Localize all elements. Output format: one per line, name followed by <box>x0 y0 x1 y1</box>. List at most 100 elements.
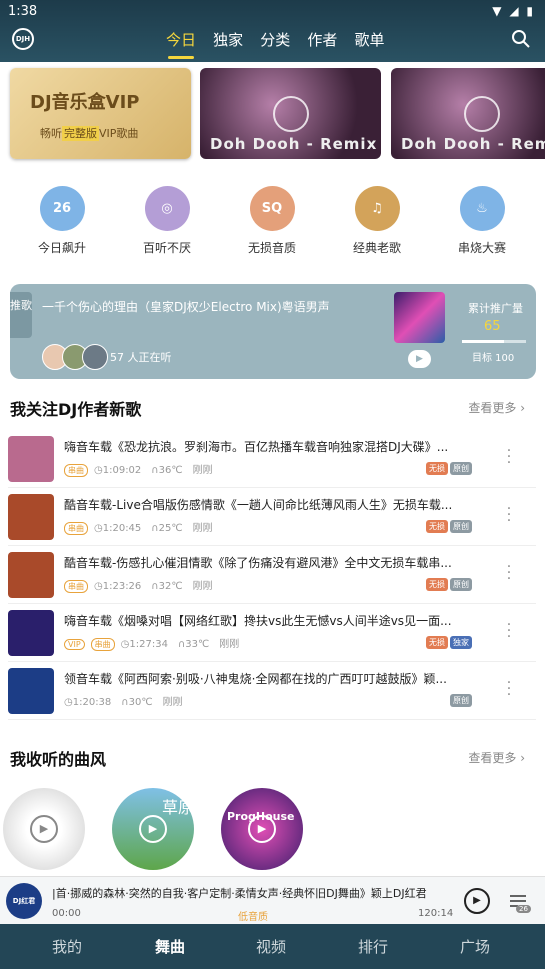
category-classic[interactable]: ♫ 经典老歌 <box>337 186 417 256</box>
song-row[interactable]: 酷音车载-伤感扎心催泪情歌《除了伤痛没有避风港》全中文无损车载串... 串曲 ◷1:… <box>8 546 536 604</box>
search-icon[interactable] <box>511 29 531 49</box>
more-icon[interactable]: · · · <box>506 560 512 586</box>
status-icons: ▼ ◢ ▮ <box>492 4 535 18</box>
song-tags: 原创 <box>448 694 472 707</box>
song-tags: 无损 原创 <box>424 520 472 533</box>
app-header: 1:38 ▼ ◢ ▮ DJH 今日 独家 分类 作者 歌单 <box>0 0 545 62</box>
song-duration: 1:23:26 <box>102 581 142 592</box>
push-tag: 推歌 <box>10 292 32 338</box>
song-tag: 原创 <box>450 520 472 533</box>
song-row[interactable]: 酷音车载-Live合唱版伤感情歌《一趟人间命比纸薄风雨人生》无损车载... 串曲 ◷… <box>8 488 536 546</box>
song-tag: 无损 <box>426 462 448 475</box>
song-heat: 33℃ <box>185 639 210 650</box>
mix-banner-caption: Doh Dooh - Remix <box>210 135 378 153</box>
section-title-followed: 我关注DJ作者新歌 <box>10 400 142 419</box>
song-duration: 1:20:38 <box>72 697 112 708</box>
song-title: 酷音车载-伤感扎心催泪情歌《除了伤痛没有避风港》全中文无损车载串... <box>64 556 452 570</box>
listener-avatars <box>42 344 108 370</box>
clock-icon: ◷ <box>94 465 103 476</box>
push-song-title: 一千个伤心的理由（皇家DJ权少Electro Mix)粤语男声 <box>42 300 330 314</box>
song-tag: 无损 <box>426 578 448 591</box>
section-title-styles: 我收听的曲风 <box>10 750 107 769</box>
clock-icon: ◷ <box>94 581 103 592</box>
vip-subtitle: 畅听 完整版 VIP歌曲 <box>40 126 139 141</box>
song-tag: 原创 <box>450 462 472 475</box>
song-cover <box>8 436 54 482</box>
mix-banner-caption: Doh Dooh - Rem <box>401 135 545 153</box>
more-icon[interactable]: · · · <box>506 502 512 528</box>
song-badge: 串曲 <box>64 522 88 535</box>
song-meta: 串曲 ◷1:09:02 ∩36℃ 刚刚 <box>64 461 213 477</box>
tab-category[interactable]: 分类 <box>260 29 290 50</box>
nav-dance[interactable]: 舞曲 <box>155 936 185 957</box>
style-list: ▶ ▶ 草原 ▶ ProgHouse <box>0 788 545 872</box>
song-meta: 串曲 ◷1:23:26 ∩32℃ 刚刚 <box>64 577 213 593</box>
mini-player[interactable]: DJ红君 |首·挪威的森林·突然的自我·客户定制·柔情女声·经典怀旧DJ舞曲》颖… <box>0 876 545 924</box>
promo-value: 65 <box>484 319 501 334</box>
player-quality[interactable]: 低音质 <box>238 908 268 923</box>
song-row[interactable]: 嗨音车载《恐龙抗浪。罗刹海市。百亿热播车载音响独家混搭DJ大碟》... 串曲 ◷1:… <box>8 430 536 488</box>
song-badge: 串曲 <box>64 464 88 477</box>
category-shortcuts: 26 今日飙升 ◎ 百听不厌 SQ 无损音质 ♫ 经典老歌 ♨ 串烧大赛 <box>0 186 545 256</box>
category-evergreen[interactable]: ◎ 百听不厌 <box>127 186 207 256</box>
tab-author[interactable]: 作者 <box>307 29 337 50</box>
more-icon[interactable]: · · · <box>506 618 512 644</box>
play-pause-button[interactable]: ▶ <box>464 888 490 914</box>
see-more-styles[interactable]: 查看更多 › <box>468 749 525 766</box>
headphones-icon: ∩ <box>151 465 159 476</box>
nav-video[interactable]: 视频 <box>256 936 286 957</box>
song-cover <box>8 494 54 540</box>
nav-rank[interactable]: 排行 <box>358 936 388 957</box>
app-logo-icon[interactable]: DJH <box>12 28 34 50</box>
banner-carousel: DJ音乐盒VIP 畅听 完整版 VIP歌曲 Doh Dooh - Remix Doh… <box>10 68 545 160</box>
category-medley[interactable]: ♨ 串烧大赛 <box>442 186 522 256</box>
song-meta: VIP 串曲 ◷1:27:34 ∩33℃ 刚刚 <box>64 635 239 651</box>
style-item[interactable]: ▶ <box>3 788 85 870</box>
headphones-icon: ∩ <box>151 523 159 534</box>
category-lossless[interactable]: SQ 无损音质 <box>232 186 312 256</box>
headphones-icon: SQ <box>249 186 295 231</box>
queue-count: 26 <box>516 905 531 913</box>
play-icon: ▶ <box>30 815 58 843</box>
promoted-song-card[interactable]: 推歌 一千个伤心的理由（皇家DJ权少Electro Mix)粤语男声 57 人正… <box>10 284 536 379</box>
song-tag: 无损 <box>426 520 448 533</box>
song-meta: 串曲 ◷1:20:45 ∩25℃ 刚刚 <box>64 519 213 535</box>
vip-banner[interactable]: DJ音乐盒VIP 畅听 完整版 VIP歌曲 <box>10 68 191 159</box>
avatar <box>82 344 108 370</box>
promo-progress <box>462 340 526 343</box>
song-heat: 32℃ <box>158 581 183 592</box>
song-title: 嗨音车载《烟嗓对唱【网络红歌】搀扶vs此生无憾vs人间半途vs见一面... <box>64 614 452 628</box>
style-item[interactable]: ▶ 草原 <box>112 788 194 870</box>
vip-title: DJ音乐盒VIP <box>30 92 140 113</box>
player-elapsed: 00:00 <box>52 908 81 919</box>
category-today-rising[interactable]: 26 今日飙升 <box>22 186 102 256</box>
song-row[interactable]: 嗨音车载《烟嗓对唱【网络红歌】搀扶vs此生无憾vs人间半途vs见一面... VIP… <box>8 604 536 662</box>
tab-playlist[interactable]: 歌单 <box>354 29 384 50</box>
see-more-followed[interactable]: 查看更多 › <box>468 399 525 416</box>
nav-square[interactable]: 广场 <box>460 936 490 957</box>
song-heat: 25℃ <box>158 523 183 534</box>
style-item[interactable]: ▶ ProgHouse <box>221 788 303 870</box>
mix-banner[interactable]: Doh Dooh - Remix <box>200 68 381 159</box>
tab-today[interactable]: 今日 <box>166 29 196 59</box>
song-meta: ◷1:20:38 ∩30℃ 刚刚 <box>64 693 183 708</box>
tab-exclusive[interactable]: 独家 <box>213 29 243 50</box>
song-badge: 串曲 <box>90 638 115 651</box>
song-time: 刚刚 <box>219 639 240 650</box>
player-title: |首·挪威的森林·突然的自我·客户定制·柔情女声·经典怀旧DJ舞曲》颖上DJ红君 <box>52 887 427 900</box>
listener-count: 57 人正在听 <box>110 351 172 364</box>
song-title: 领音车载《阿西阿索·别吸·八神鬼烧·全网都在找的广西叮叮越鼓版》颖... <box>64 672 447 686</box>
song-time: 刚刚 <box>192 523 213 534</box>
song-heat: 30℃ <box>128 697 153 708</box>
nav-mine[interactable]: 我的 <box>52 936 82 957</box>
song-time: 刚刚 <box>192 581 213 592</box>
play-icon[interactable]: ▶ <box>408 350 431 368</box>
more-icon[interactable]: · · · <box>506 676 512 702</box>
flame-icon: ♨ <box>459 186 505 231</box>
song-cover <box>8 610 54 656</box>
song-duration: 1:27:34 <box>129 639 168 650</box>
song-duration: 1:09:02 <box>102 465 142 476</box>
more-icon[interactable]: · · · <box>506 444 512 470</box>
mix-banner[interactable]: Doh Dooh - Rem <box>391 68 545 159</box>
song-row[interactable]: 领音车载《阿西阿索·别吸·八神鬼烧·全网都在找的广西叮叮越鼓版》颖... ◷1:2… <box>8 662 536 720</box>
